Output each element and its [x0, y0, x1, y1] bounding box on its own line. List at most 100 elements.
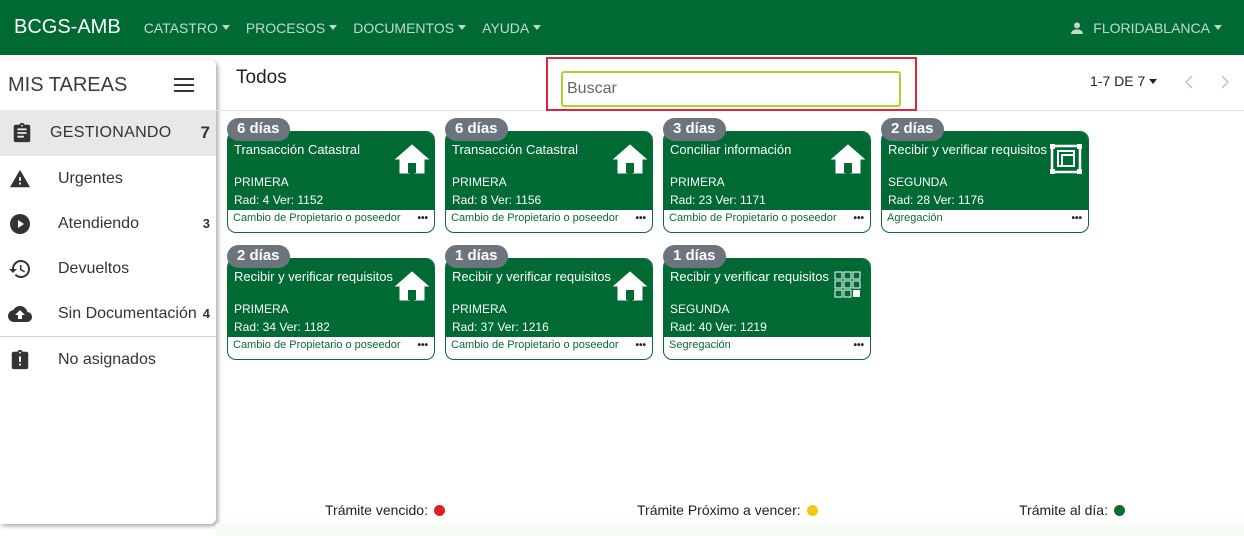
- card-header: Conciliar información PRIMERA Rad: 23 Ver:…: [664, 132, 870, 210]
- sidebar-item-label: Urgentes: [58, 169, 123, 187]
- chevron-right-icon[interactable]: [1220, 75, 1230, 89]
- task-instance: PRIMERA: [670, 175, 725, 189]
- sidebar-title: MIS TAREAS: [8, 73, 128, 96]
- more-options-icon[interactable]: •••: [417, 340, 428, 351]
- chevron-left-icon[interactable]: [1184, 75, 1194, 89]
- task-type: Cambio de Propietario o poseedor: [233, 339, 401, 351]
- clipboard-text-icon: [10, 121, 34, 145]
- home-icon: [830, 142, 866, 176]
- page-title: Todos: [236, 67, 287, 88]
- card-header: Recibir y verificar requisitos PRIMERA Rad…: [228, 259, 434, 337]
- task-radicado: Rad: 28 Ver: 1176: [888, 193, 984, 207]
- card-header: Recibir y verificar requisitos SEGUNDA Rad…: [882, 132, 1088, 210]
- brand-logo[interactable]: BCGS-AMB: [14, 16, 121, 39]
- card-footer: Agregación •••: [882, 210, 1088, 232]
- status-dot-green: [1113, 504, 1125, 516]
- chevron-down-icon: [221, 25, 230, 30]
- task-instance: PRIMERA: [234, 302, 289, 316]
- task-card[interactable]: 6 días Transacción Catastral PRIMERA Rad: 8…: [445, 118, 653, 233]
- more-options-icon[interactable]: •••: [635, 340, 646, 351]
- task-type: Segregación: [669, 339, 731, 351]
- status-dot-red: [433, 504, 445, 516]
- menu-documentos[interactable]: DOCUMENTOS: [353, 19, 467, 36]
- card-footer: Cambio de Propietario o poseedor •••: [664, 210, 870, 232]
- menu-documentos-label: DOCUMENTOS: [353, 19, 455, 36]
- menu-procesos[interactable]: PROCESOS: [245, 19, 338, 36]
- card-body: Recibir y verificar requisitos SEGUNDA Rad…: [663, 258, 871, 360]
- menu-ayuda[interactable]: AYUDA: [482, 19, 542, 36]
- task-name: Recibir y verificar requisitos: [452, 269, 611, 284]
- days-badge: 2 días: [881, 118, 944, 141]
- more-options-icon[interactable]: •••: [1071, 213, 1082, 224]
- task-radicado: Rad: 34 Ver: 1182: [234, 320, 330, 334]
- sidebar-item-label: Atendiendo: [58, 214, 139, 232]
- pagination-label: 1-7 DE 7: [1090, 73, 1146, 89]
- task-card[interactable]: 6 días Transacción Catastral PRIMERA Rad: 4…: [227, 118, 435, 233]
- legend-label: Trámite al día:: [1019, 502, 1108, 518]
- more-options-icon[interactable]: •••: [853, 340, 864, 351]
- restore-icon: [8, 257, 32, 281]
- card-body: Transacción Catastral PRIMERA Rad: 4 Ver: …: [227, 131, 435, 233]
- sidebar-item-count: 3: [202, 216, 210, 231]
- menu-catastro-label: CATASTRO: [143, 19, 218, 36]
- task-instance: PRIMERA: [452, 175, 507, 189]
- days-badge: 1 días: [445, 245, 508, 268]
- user-menu[interactable]: FLORIDABLANCA: [1069, 0, 1222, 55]
- pagination-dropdown[interactable]: 1-7 DE 7: [1090, 73, 1158, 89]
- clipboard-alert-icon: [8, 348, 32, 372]
- task-name: Conciliar información: [670, 142, 792, 157]
- hamburger-menu-icon[interactable]: [174, 78, 194, 92]
- cloud-upload-icon: [8, 302, 32, 326]
- menu-catastro[interactable]: CATASTRO: [144, 20, 230, 36]
- legend-overdue: Trámite vencido:: [325, 502, 445, 518]
- chevron-down-icon: [1149, 78, 1158, 84]
- task-card[interactable]: 1 días Recibir y verificar requisitos PRIM…: [445, 245, 653, 360]
- chevron-down-icon: [1214, 25, 1222, 30]
- days-badge: 2 días: [227, 245, 290, 268]
- legend-label: Trámite Próximo a vencer:: [637, 502, 801, 518]
- main-menu: CATASTRO PROCESOS DOCUMENTOS AYUDA: [136, 20, 550, 36]
- task-card[interactable]: 3 días Conciliar información PRIMERA Rad: 2…: [663, 118, 871, 233]
- card-body: Recibir y verificar requisitos PRIMERA Rad…: [445, 258, 653, 360]
- sidebar-item-atendiendo[interactable]: Atendiendo 3: [0, 201, 216, 246]
- more-options-icon[interactable]: •••: [417, 213, 428, 224]
- task-type: Cambio de Propietario o poseedor: [451, 339, 619, 351]
- footer-strip: [216, 524, 1244, 536]
- more-options-icon[interactable]: •••: [853, 213, 864, 224]
- card-header: Transacción Catastral PRIMERA Rad: 8 Ver: …: [446, 132, 652, 210]
- task-card[interactable]: 1 días Recibir y verificar requisitos SEGU…: [663, 245, 871, 360]
- card-body: Recibir y verificar requisitos PRIMERA Rad…: [227, 258, 435, 360]
- days-badge: 1 días: [663, 245, 726, 268]
- status-dot-yellow: [806, 504, 818, 516]
- card-footer: Cambio de Propietario o poseedor •••: [228, 210, 434, 232]
- task-radicado: Rad: 8 Ver: 1156: [452, 193, 542, 207]
- task-radicado: Rad: 4 Ver: 1152: [234, 193, 324, 207]
- task-card[interactable]: 2 días Recibir y verificar requisitos PRIM…: [227, 245, 435, 360]
- search-highlight-box: [546, 57, 917, 111]
- menu-ayuda-label: AYUDA: [482, 19, 530, 36]
- user-icon: [1071, 21, 1084, 34]
- task-instance: PRIMERA: [452, 302, 507, 316]
- top-navbar: BCGS-AMB CATASTRO PROCESOS DOCUMENTOS AY…: [0, 0, 1244, 55]
- sidebar-item-sin-documentacion[interactable]: Sin Documentación 4: [0, 291, 216, 336]
- sidebar-item-devueltos[interactable]: Devueltos: [0, 246, 216, 291]
- home-icon: [612, 269, 648, 303]
- sidebar-item-gestionando[interactable]: GESTIONANDO 7: [0, 110, 216, 156]
- home-icon: [394, 142, 430, 176]
- sidebar-header: MIS TAREAS: [0, 60, 216, 110]
- task-instance: SEGUNDA: [888, 175, 948, 189]
- card-body: Recibir y verificar requisitos SEGUNDA Rad…: [881, 131, 1089, 233]
- sidebar-item-count: 4: [202, 306, 210, 321]
- menu-procesos-label: PROCESOS: [245, 19, 326, 36]
- task-type: Agregación: [887, 212, 943, 224]
- task-card[interactable]: 2 días Recibir y verificar requisitos SEGU…: [881, 118, 1089, 233]
- task-name: Transacción Catastral: [452, 142, 578, 157]
- sidebar-item-urgentes[interactable]: Urgentes: [0, 156, 216, 201]
- sidebar-item-no-asignados[interactable]: No asignados: [0, 337, 216, 382]
- card-body: Conciliar información PRIMERA Rad: 23 Ver:…: [663, 131, 871, 233]
- days-badge: 6 días: [445, 118, 508, 141]
- more-options-icon[interactable]: •••: [635, 213, 646, 224]
- task-radicado: Rad: 40 Ver: 1219: [670, 320, 767, 334]
- task-type: Cambio de Propietario o poseedor: [451, 212, 619, 224]
- search-input[interactable]: [561, 71, 901, 107]
